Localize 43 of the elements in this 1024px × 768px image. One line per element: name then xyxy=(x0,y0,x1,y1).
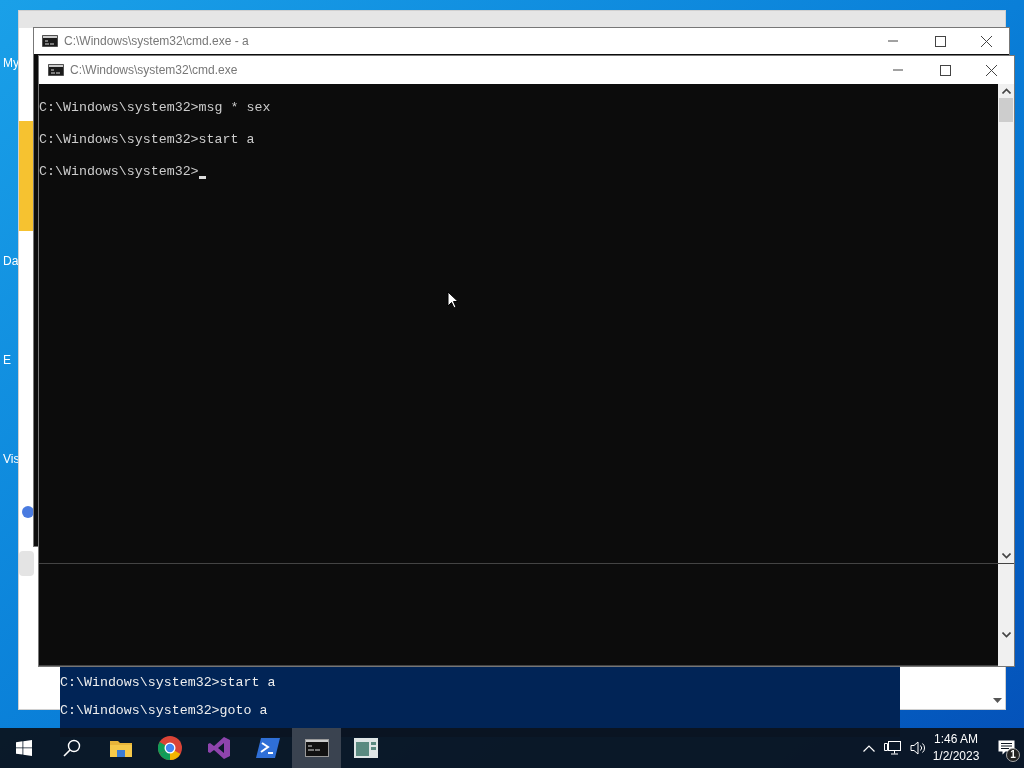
button-background xyxy=(19,551,34,576)
mouse-cursor-icon xyxy=(447,291,459,309)
console-line: C:\Windows\system32>start a xyxy=(60,675,277,692)
dropdown-arrow-icon[interactable] xyxy=(993,698,1002,703)
window-icon xyxy=(353,738,378,758)
scroll-thumb[interactable] xyxy=(999,98,1013,122)
scroll-down-icon[interactable] xyxy=(1001,632,1011,638)
desktop-icon-label: Da xyxy=(3,255,19,267)
chevron-up-icon[interactable] xyxy=(863,744,875,752)
maximize-icon[interactable] xyxy=(940,64,951,76)
window-title: C:\Windows\system32\cmd.exe xyxy=(70,62,239,79)
taskbar-app[interactable] xyxy=(292,728,341,768)
studio-icon xyxy=(206,736,231,760)
maximize-icon[interactable] xyxy=(935,35,946,47)
console-line: C:\Windows\system32>msg * sex xyxy=(39,100,271,116)
clock[interactable]: 1:46 AM 1/2/2023 xyxy=(932,731,980,765)
console-line: C:\Windows\system32>goto a xyxy=(60,703,269,720)
close-icon[interactable] xyxy=(986,64,997,76)
close-icon[interactable] xyxy=(981,35,992,47)
message-icon xyxy=(997,740,1015,756)
window-title: C:\Windows\system32\cmd.exe - a xyxy=(64,33,250,50)
shell-icon xyxy=(255,738,280,758)
scroll-up-icon[interactable] xyxy=(1001,88,1011,94)
network-icon[interactable] xyxy=(884,741,901,755)
folder-icon xyxy=(109,739,132,757)
scrollbar[interactable] xyxy=(998,84,1014,563)
console-line: C:\Windows\system32> xyxy=(39,164,199,180)
console-icon xyxy=(42,35,58,47)
console-line: C:\Windows\system32>start a xyxy=(39,132,255,148)
browser-icon xyxy=(157,736,182,760)
volume-icon[interactable] xyxy=(910,741,926,755)
search-icon xyxy=(63,739,81,757)
scroll-down-icon[interactable] xyxy=(1001,553,1011,559)
windows-logo-icon xyxy=(16,740,32,756)
desktop-icon-label: E xyxy=(3,354,11,366)
notification-badge: 1 xyxy=(1006,748,1020,762)
date-text: 1/2/2023 xyxy=(932,748,980,765)
console-icon xyxy=(304,739,329,757)
notifications-button[interactable]: 1 xyxy=(988,728,1024,768)
time-text: 1:46 AM xyxy=(934,731,978,748)
scrollbar[interactable] xyxy=(998,564,1014,666)
console-icon xyxy=(48,64,64,76)
desktop-icon-label: My xyxy=(3,57,19,69)
